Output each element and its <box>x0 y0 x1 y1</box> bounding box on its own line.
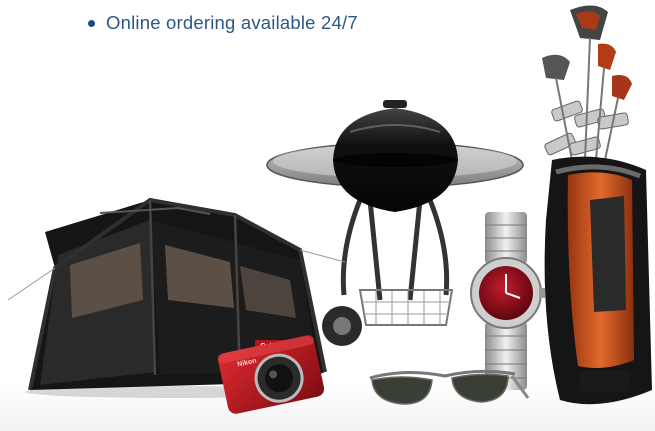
watch-image <box>470 212 545 390</box>
sunglasses-image <box>369 369 530 405</box>
products-illustration: Coleman <box>7 5 652 414</box>
golf-bag-image <box>542 5 652 405</box>
promo-banner: Online ordering available 24/7 Nikon <box>0 0 655 431</box>
